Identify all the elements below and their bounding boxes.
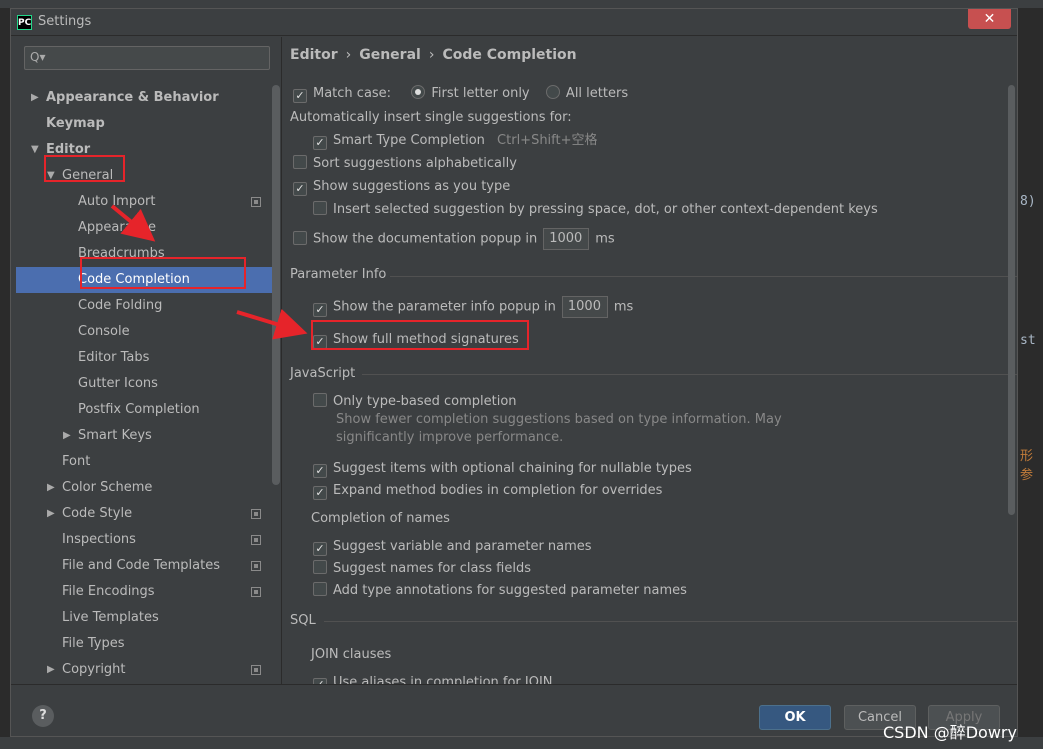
csdn-watermark: CSDN @醉Dowry <box>883 723 1017 742</box>
annotation-arrow <box>236 308 308 340</box>
annotation-arrow <box>110 204 156 242</box>
annotation-arrows <box>110 204 308 340</box>
